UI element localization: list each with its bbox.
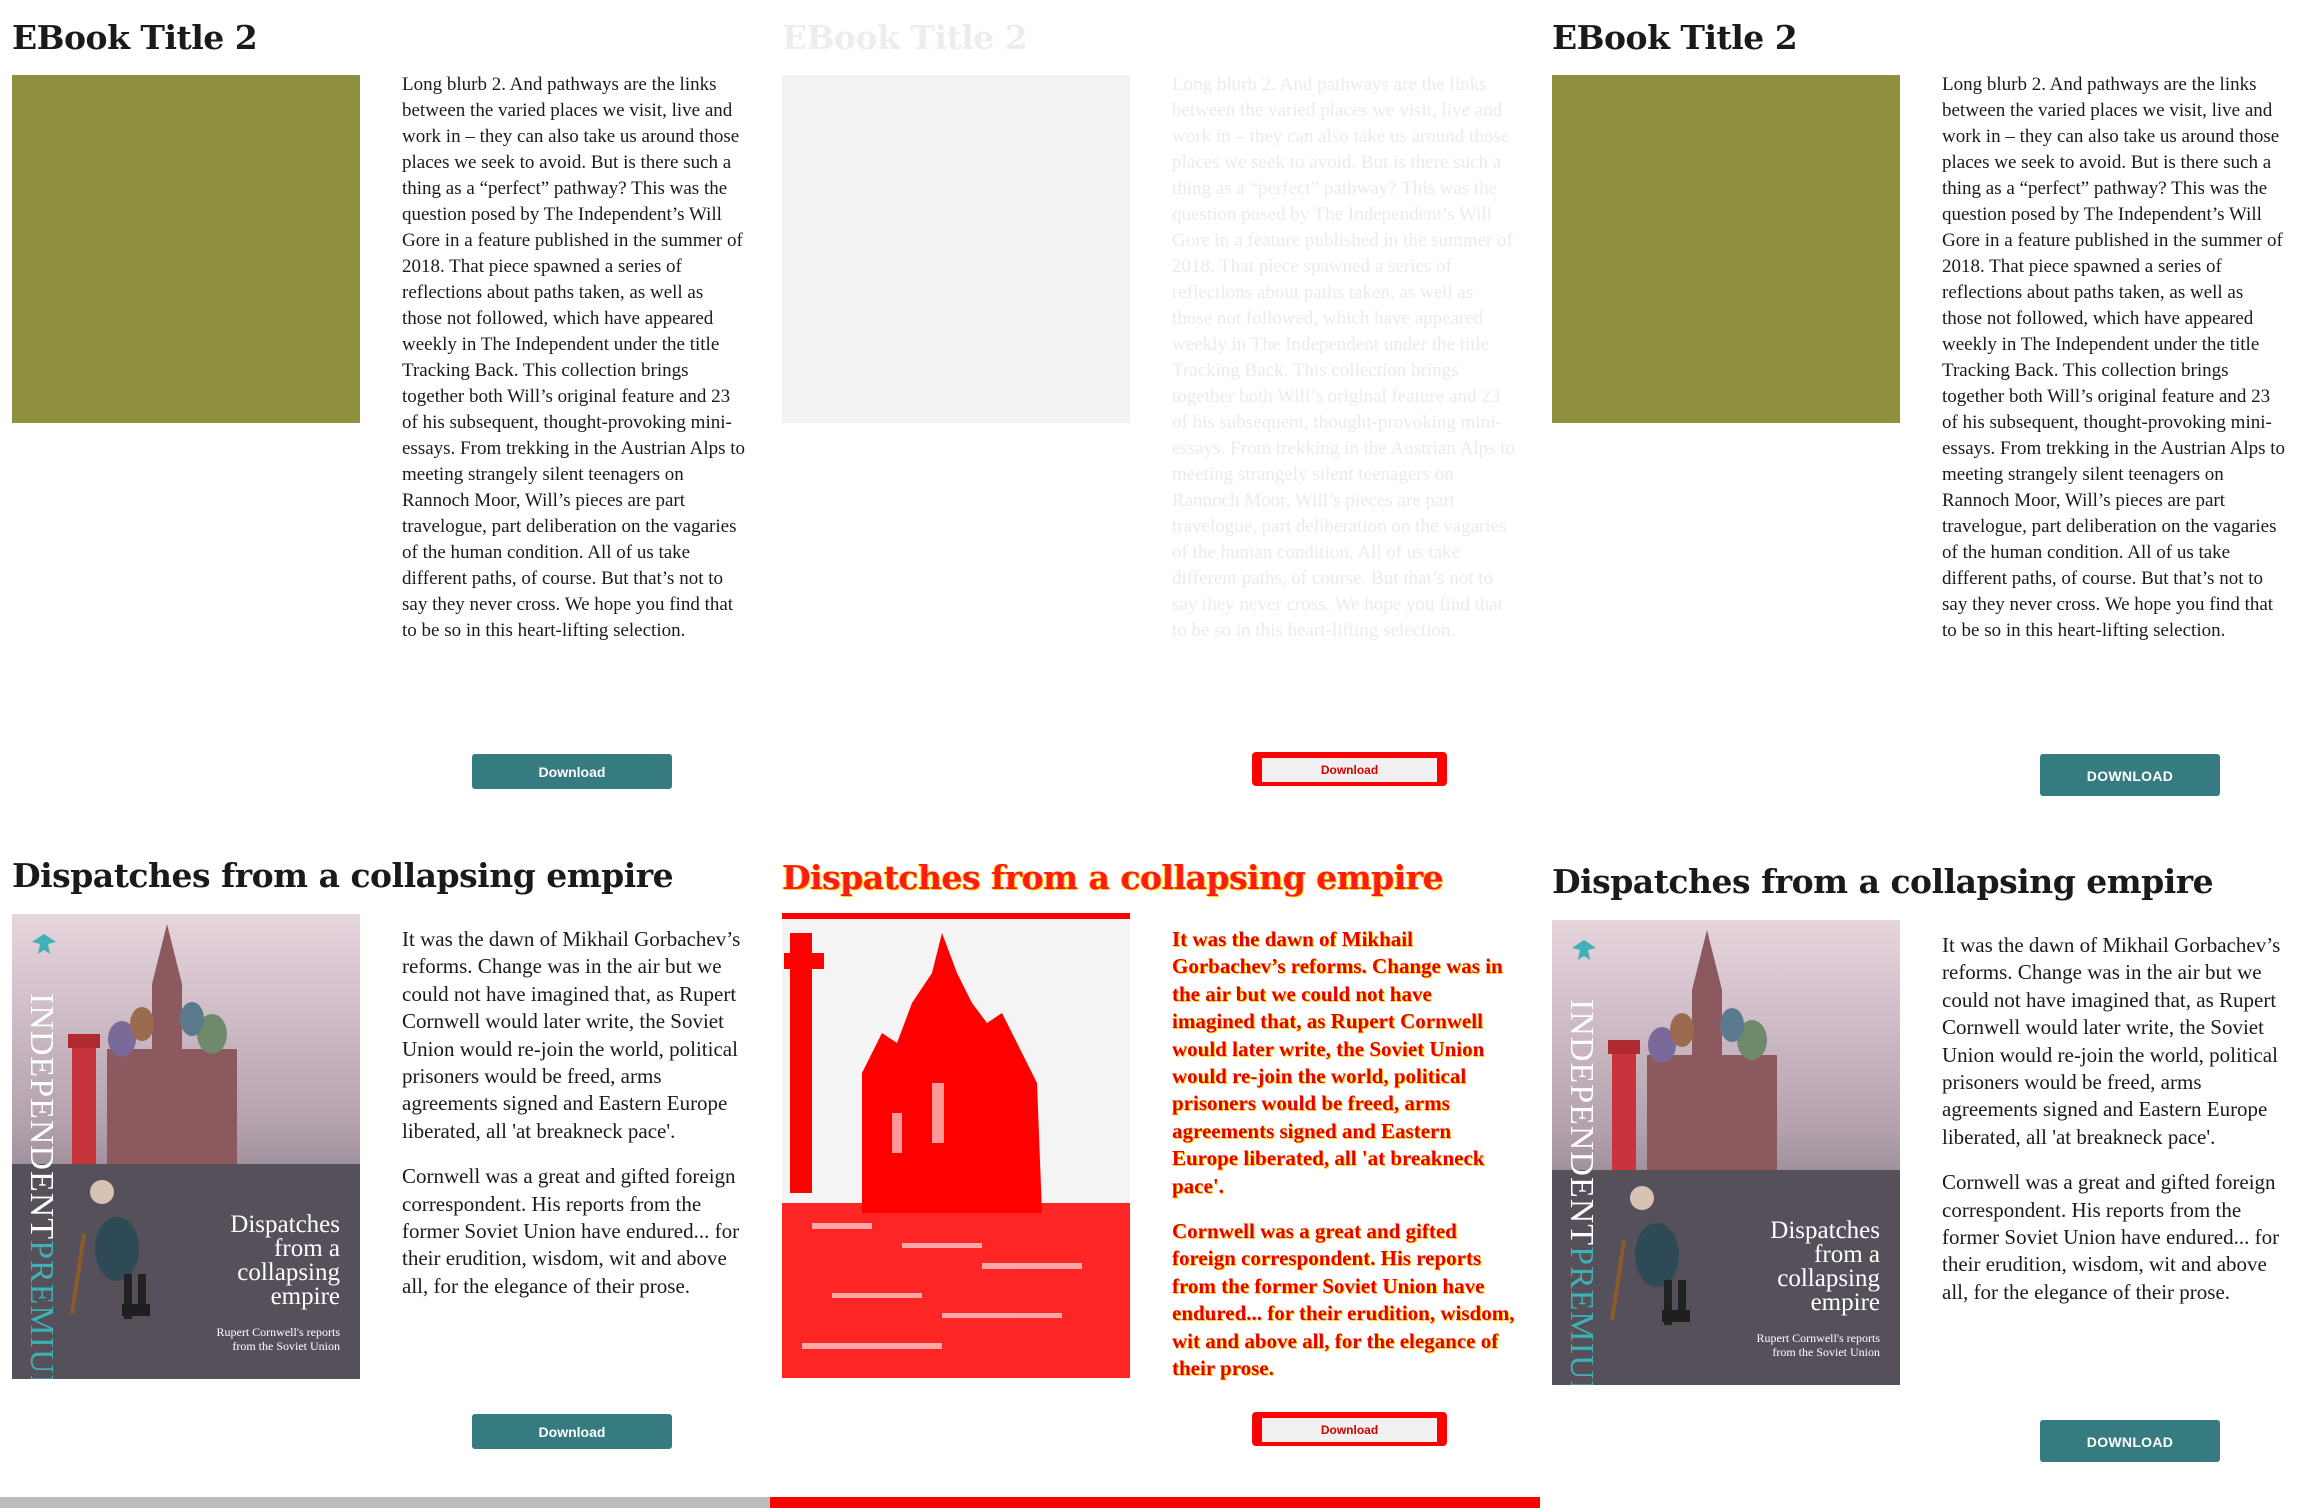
ebook-cover-faded [782,75,1130,423]
dispatches-title-actual: Dispatches from a collapsing empire [1552,862,2214,901]
ebook-cover[interactable] [12,75,360,423]
dispatches-cover-actual[interactable]: INDEPENDENTPREMIUM Dispatches from a col… [1552,920,1900,1385]
eagle-logo-icon [1570,938,1598,966]
cover-title-actual: Dispatches from a collapsing empire [1770,1217,1880,1316]
ebook-title-faded: EBook Title 2 [782,18,1028,57]
dispatches-download-button[interactable]: Download [472,1414,672,1449]
progress-bar-right [770,1497,1540,1508]
dispatches-cover[interactable]: INDEPENDENTPREMIUM Dispatches from a col… [12,914,360,1379]
diff-panel: EBook Title 2 Long blurb 2. And pathways… [770,0,1540,1508]
ebook-blurb-actual: Long blurb 2. And pathways are the links… [1942,74,2286,641]
cover-title: Dispatches from a collapsing empire [230,1211,340,1310]
ebook-download-diff[interactable]: Download [1252,752,1447,786]
dispatches-card-diff: Dispatches from a collapsing empire It w… [782,858,1528,1446]
cover-brand-actual: INDEPENDENTPREMIUM [1563,999,1600,1385]
expected-panel: EBook Title 2 Long blurb 2. And pathways… [0,0,770,1508]
ebook-card-actual: EBook Title 2 Long blurb 2. And pathways… [1552,18,2298,796]
ebook-cover-actual[interactable] [1552,75,1900,423]
cover-subtitle-actual: Rupert Cornwell's reports from the Sovie… [1756,1331,1880,1359]
ebook-card: EBook Title 2 Long blurb 2. And pathways… [12,18,758,789]
ebook-blurb: Long blurb 2. And pathways are the links… [402,74,746,641]
dispatches-card: Dispatches from a collapsing empire INDE… [12,856,758,1449]
ebook-card-faded: EBook Title 2 Long blurb 2. And pathways… [782,18,1528,786]
dispatches-cover-diff [782,913,1130,1378]
actual-panel: EBook Title 2 Long blurb 2. And pathways… [1540,0,2304,1508]
ebook-download-button[interactable]: Download [472,754,672,789]
ebook-download-button-actual[interactable]: DOWNLOAD [2040,754,2220,796]
cover-subtitle: Rupert Cornwell's reports from the Sovie… [216,1325,340,1353]
ebook-title: EBook Title 2 [12,18,258,57]
dispatches-title: Dispatches from a collapsing empire [12,856,674,895]
dispatches-card-actual: Dispatches from a collapsing empire INDE… [1552,862,2298,1462]
progress-bar-left [0,1497,770,1508]
dispatches-download-diff[interactable]: Download [1252,1412,1447,1446]
dispatches-blurb-diff: It was the dawn of Mikhail Gorbachev’s r… [1172,927,1515,1381]
dispatches-blurb-actual: It was the dawn of Mikhail Gorbachev’s r… [1942,933,2281,1304]
cover-diff-image [782,913,1130,1378]
ebook-blurb-faded: Long blurb 2. And pathways are the links… [1172,74,1516,641]
dispatches-blurb: It was the dawn of Mikhail Gorbachev’s r… [402,927,741,1298]
cover-brand: INDEPENDENTPREMIUM [23,993,60,1379]
dispatches-title-diff: Dispatches from a collapsing empire [782,858,1444,897]
eagle-logo-icon [30,932,58,960]
ebook-title-actual: EBook Title 2 [1552,18,1798,57]
dispatches-download-button-actual[interactable]: DOWNLOAD [2040,1420,2220,1462]
